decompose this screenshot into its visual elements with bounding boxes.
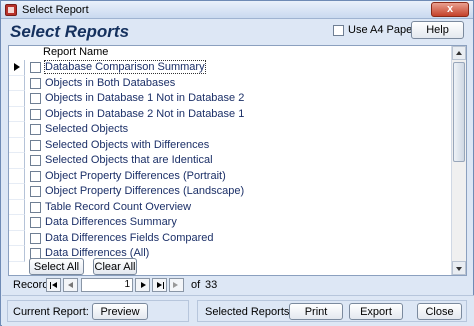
list-item[interactable]: Selected Objects — [9, 122, 452, 138]
report-checkbox[interactable] — [30, 62, 41, 73]
report-checkbox[interactable] — [30, 108, 41, 120]
report-list: Report Name Database Comparison Summary … — [8, 45, 467, 276]
list-item[interactable]: Objects in Both Databases — [9, 75, 452, 91]
preview-button[interactable]: Preview — [92, 303, 148, 320]
record-selector[interactable] — [9, 137, 25, 153]
report-name: Object Property Differences (Portrait) — [45, 169, 226, 182]
scroll-thumb[interactable] — [453, 62, 465, 162]
vertical-scrollbar[interactable] — [451, 46, 466, 275]
clear-all-button[interactable]: Clear All — [93, 258, 137, 275]
close-button[interactable]: Close — [417, 303, 462, 320]
record-navigation: Record: 1 of 33 — [8, 277, 467, 293]
report-rows: Database Comparison Summary Objects in B… — [9, 60, 452, 262]
window-close-button[interactable]: x — [431, 2, 469, 17]
report-name-column-header: Report Name — [43, 46, 109, 58]
record-total: 33 — [205, 279, 218, 291]
report-checkbox[interactable] — [30, 201, 41, 213]
help-button[interactable]: Help — [411, 21, 464, 39]
first-record-icon[interactable] — [46, 278, 61, 292]
record-selector[interactable] — [9, 153, 25, 169]
report-name: Table Record Count Overview — [45, 200, 192, 213]
current-report-group: Current Report: Preview — [7, 300, 189, 322]
report-name: Selected Objects that are Identical — [45, 154, 213, 166]
new-record-icon[interactable] — [169, 278, 184, 292]
selected-reports-label: Selected Reports: — [205, 306, 293, 318]
report-checkbox[interactable] — [30, 232, 41, 244]
report-name: Selected Objects — [45, 123, 129, 135]
record-selector[interactable] — [9, 122, 25, 138]
report-checkbox[interactable] — [30, 77, 41, 89]
record-selector[interactable] — [9, 184, 25, 200]
select-all-button[interactable]: Select All — [29, 258, 84, 275]
window-title: Select Report — [22, 4, 89, 16]
report-checkbox[interactable] — [30, 93, 41, 104]
use-a4-paper-label: Use A4 Paper — [348, 24, 416, 36]
report-name: Data Differences Fields Compared — [45, 231, 214, 244]
title-bar[interactable]: Select Report x — [1, 1, 473, 19]
record-selector[interactable] — [9, 199, 25, 215]
current-record-field[interactable]: 1 — [81, 278, 133, 292]
list-item[interactable]: Table Record Count Overview — [9, 199, 452, 215]
list-item[interactable]: Objects in Database 2 Not in Database 1 — [9, 106, 452, 122]
export-button[interactable]: Export — [349, 303, 403, 320]
report-name: Objects in Both Databases — [45, 76, 176, 89]
list-item[interactable]: Object Property Differences (Portrait) — [9, 168, 452, 184]
footer: Current Report: Preview Selected Reports… — [2, 295, 474, 326]
report-name: Objects in Database 1 Not in Database 2 — [45, 92, 245, 104]
record-of-label: of — [191, 279, 201, 291]
select-report-window: Select Report x Select Reports Use A4 Pa… — [0, 0, 474, 326]
list-item[interactable]: Selected Objects that are Identical — [9, 153, 452, 169]
page-title: Select Reports — [10, 22, 130, 41]
report-checkbox[interactable] — [30, 217, 41, 228]
report-name: Object Property Differences (Landscape) — [45, 185, 245, 197]
use-a4-paper-option[interactable]: Use A4 Paper — [333, 24, 416, 38]
last-record-icon[interactable] — [152, 278, 167, 292]
record-selector[interactable] — [9, 91, 25, 107]
list-item[interactable]: Selected Objects with Differences — [9, 137, 452, 153]
report-app-icon — [5, 4, 17, 16]
record-selector[interactable] — [9, 75, 25, 91]
selected-reports-group: Selected Reports: Print Export Close — [197, 300, 467, 322]
record-selector[interactable] — [9, 106, 25, 122]
record-selector[interactable] — [9, 168, 25, 184]
report-name: Data Differences Summary — [45, 216, 177, 228]
print-button[interactable]: Print — [289, 303, 343, 320]
report-name: Database Comparison Summary — [44, 60, 206, 74]
header: Select Reports Use A4 Paper Help — [2, 20, 472, 42]
list-item[interactable]: Database Comparison Summary — [9, 60, 452, 76]
report-checkbox[interactable] — [30, 170, 41, 182]
report-name: Objects in Database 2 Not in Database 1 — [45, 107, 245, 120]
list-item[interactable]: Data Differences Fields Compared — [9, 230, 452, 246]
scroll-up-arrow-icon[interactable] — [452, 46, 466, 60]
report-name: Selected Objects with Differences — [45, 138, 210, 151]
record-selector[interactable] — [9, 215, 25, 231]
list-item[interactable]: Object Property Differences (Landscape) — [9, 184, 452, 200]
list-header: Report Name — [9, 46, 452, 60]
scroll-down-arrow-icon[interactable] — [452, 261, 466, 275]
report-checkbox[interactable] — [30, 124, 41, 135]
record-selector-icon[interactable] — [9, 60, 25, 76]
report-checkbox[interactable] — [30, 155, 41, 166]
record-selector[interactable] — [9, 230, 25, 246]
list-item[interactable]: Objects in Database 1 Not in Database 2 — [9, 91, 452, 107]
next-record-icon[interactable] — [135, 278, 150, 292]
use-a4-paper-checkbox[interactable] — [333, 24, 344, 36]
previous-record-icon[interactable] — [63, 278, 78, 292]
report-checkbox[interactable] — [30, 186, 41, 197]
list-item[interactable]: Data Differences Summary — [9, 215, 452, 231]
record-selector[interactable] — [9, 246, 25, 262]
report-checkbox[interactable] — [30, 139, 41, 151]
current-report-label: Current Report: — [13, 306, 89, 318]
